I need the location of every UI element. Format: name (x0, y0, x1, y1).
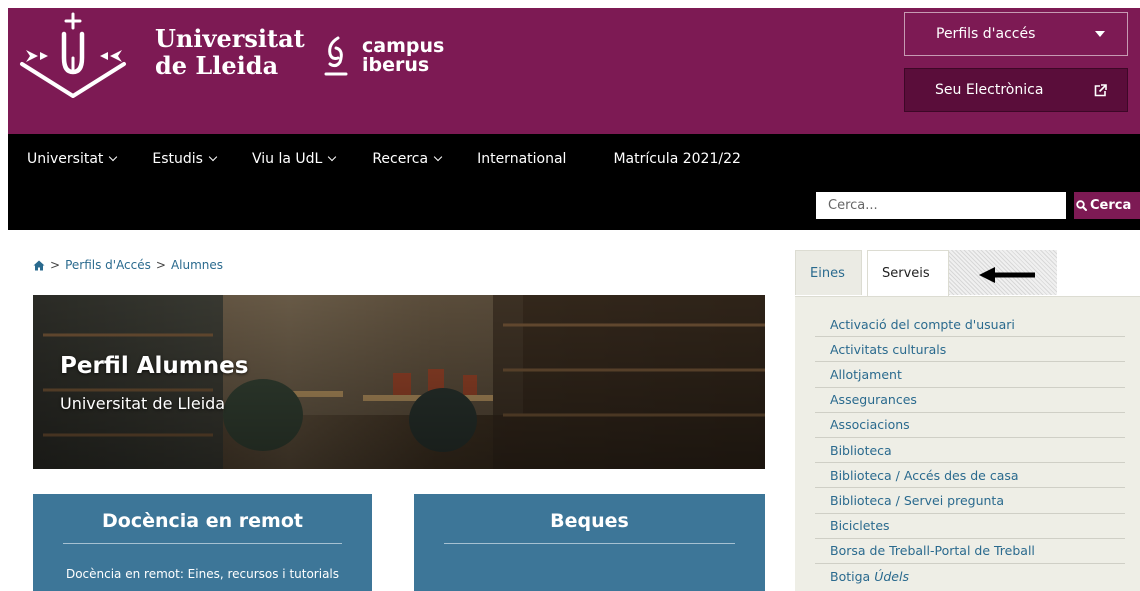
list-item[interactable]: Activació del compte d'usuari (815, 312, 1125, 338)
electronic-office-button[interactable]: Seu Electrònica (904, 68, 1128, 112)
card-title: Beques (550, 510, 629, 532)
services-panel: Activació del compte d'usuari Activitats… (795, 296, 1140, 591)
access-profiles-dropdown[interactable]: Perfils d'accés (904, 12, 1128, 56)
nav-item-estudis[interactable]: Estudis (152, 148, 218, 170)
nav-item-label: Matrícula 2021/22 (613, 151, 741, 167)
breadcrumb: > Perfils d'Accés > Alumnes (33, 258, 223, 272)
nav-item-label: Estudis (152, 151, 203, 167)
service-link[interactable]: Associacions (830, 417, 910, 432)
service-link[interactable]: Activació del compte d'usuari (830, 317, 1015, 332)
card-remote-teaching[interactable]: Docència en remot Docència en remot: Ein… (33, 494, 372, 591)
service-link[interactable]: Assegurances (830, 392, 917, 407)
access-profiles-label: Perfils d'accés (936, 26, 1036, 42)
list-item[interactable]: Borsa de Treball-Portal de Treball (815, 539, 1125, 564)
card-text: Docència en remot: Eines, recursos i tut… (65, 567, 340, 581)
hero-banner: Perfil Alumnes Universitat de Lleida (33, 295, 765, 469)
service-link-suffix[interactable]: Údels (874, 569, 909, 584)
nav-item-international[interactable]: International (477, 148, 566, 170)
udl-logo-icon[interactable] (18, 12, 138, 102)
university-name-line1: Universitat (155, 24, 305, 53)
card-scholarships[interactable]: Beques (414, 494, 765, 591)
service-link[interactable]: Biblioteca (830, 443, 892, 458)
search-input[interactable] (816, 192, 1066, 219)
service-link[interactable]: Bicicletes (830, 518, 890, 533)
tab-eines[interactable]: Eines (795, 250, 862, 295)
list-item[interactable]: Associacions (815, 413, 1125, 438)
breadcrumb-item[interactable]: Alumnes (171, 258, 223, 272)
card-divider (444, 543, 735, 544)
nav-item-recerca[interactable]: Recerca (372, 148, 443, 170)
list-item[interactable]: Biblioteca / Servei pregunta (815, 488, 1125, 514)
chevron-down-icon (328, 152, 337, 162)
university-name-line2: de Lleida (155, 51, 279, 80)
breadcrumb-separator: > (50, 258, 61, 272)
caret-down-icon (1095, 31, 1105, 37)
chevron-down-icon (208, 152, 218, 162)
card-divider (63, 543, 342, 544)
campus-line2: iberus (362, 54, 430, 76)
nav-item-label: Recerca (372, 151, 429, 167)
list-item[interactable]: Allotjament (815, 362, 1125, 388)
sidebar-tabs: Eines Serveis (795, 250, 1125, 296)
left-arrow-icon (979, 267, 1035, 283)
list-item[interactable]: Botiga Údels (815, 564, 1125, 589)
site-header: Universitat de Lleida campus iberus Perf… (0, 0, 1140, 134)
list-item[interactable]: Assegurances (815, 388, 1125, 413)
list-item[interactable]: Activitats culturals (815, 337, 1125, 363)
external-link-icon (1094, 83, 1107, 96)
service-link[interactable]: Botiga (830, 569, 870, 584)
service-link[interactable]: Biblioteca / Servei pregunta (830, 493, 1004, 508)
campus-iberus-name: campus iberus (362, 37, 444, 75)
service-link[interactable]: Biblioteca / Accés des de casa (830, 468, 1019, 483)
nav-item-universitat[interactable]: Universitat (27, 148, 118, 170)
card-title: Docència en remot (102, 510, 303, 532)
chevron-down-icon (433, 152, 443, 162)
campus-iberus-icon (324, 36, 348, 76)
nav-item-viu-la-udl[interactable]: Viu la UdL (251, 148, 337, 170)
nav-menu: Universitat Estudis Viu la UdL Recerca I… (8, 148, 741, 170)
services-list: Activació del compte d'usuari Activitats… (815, 312, 1125, 589)
list-item[interactable]: Biblioteca / Accés des de casa (815, 463, 1125, 489)
list-item[interactable]: Biblioteca (815, 438, 1125, 464)
breadcrumb-separator: > (155, 258, 166, 272)
hero-subtitle: Universitat de Lleida (60, 394, 226, 413)
hero-title: Perfil Alumnes (60, 353, 249, 379)
search-button-label: Cerca (1090, 198, 1132, 213)
service-link[interactable]: Allotjament (830, 367, 902, 382)
university-name[interactable]: Universitat de Lleida (155, 25, 305, 79)
nav-item-label: International (477, 151, 567, 167)
service-link[interactable]: Activitats culturals (830, 342, 946, 357)
list-item[interactable]: Bicicletes (815, 514, 1125, 539)
home-icon[interactable] (33, 260, 45, 271)
nav-item-matricula[interactable]: Matrícula 2021/22 (613, 148, 740, 170)
search-button[interactable]: Cerca (1074, 192, 1140, 219)
search-icon (1076, 200, 1087, 211)
chevron-down-icon (109, 152, 118, 162)
electronic-office-label: Seu Electrònica (935, 82, 1044, 98)
tab-serveis[interactable]: Serveis (867, 250, 949, 296)
nav-item-label: Universitat (27, 151, 104, 167)
nav-item-label: Viu la UdL (251, 151, 323, 167)
breadcrumb-item[interactable]: Perfils d'Accés (65, 258, 151, 272)
library-photo (33, 295, 765, 469)
service-link[interactable]: Borsa de Treball-Portal de Treball (830, 543, 1035, 558)
